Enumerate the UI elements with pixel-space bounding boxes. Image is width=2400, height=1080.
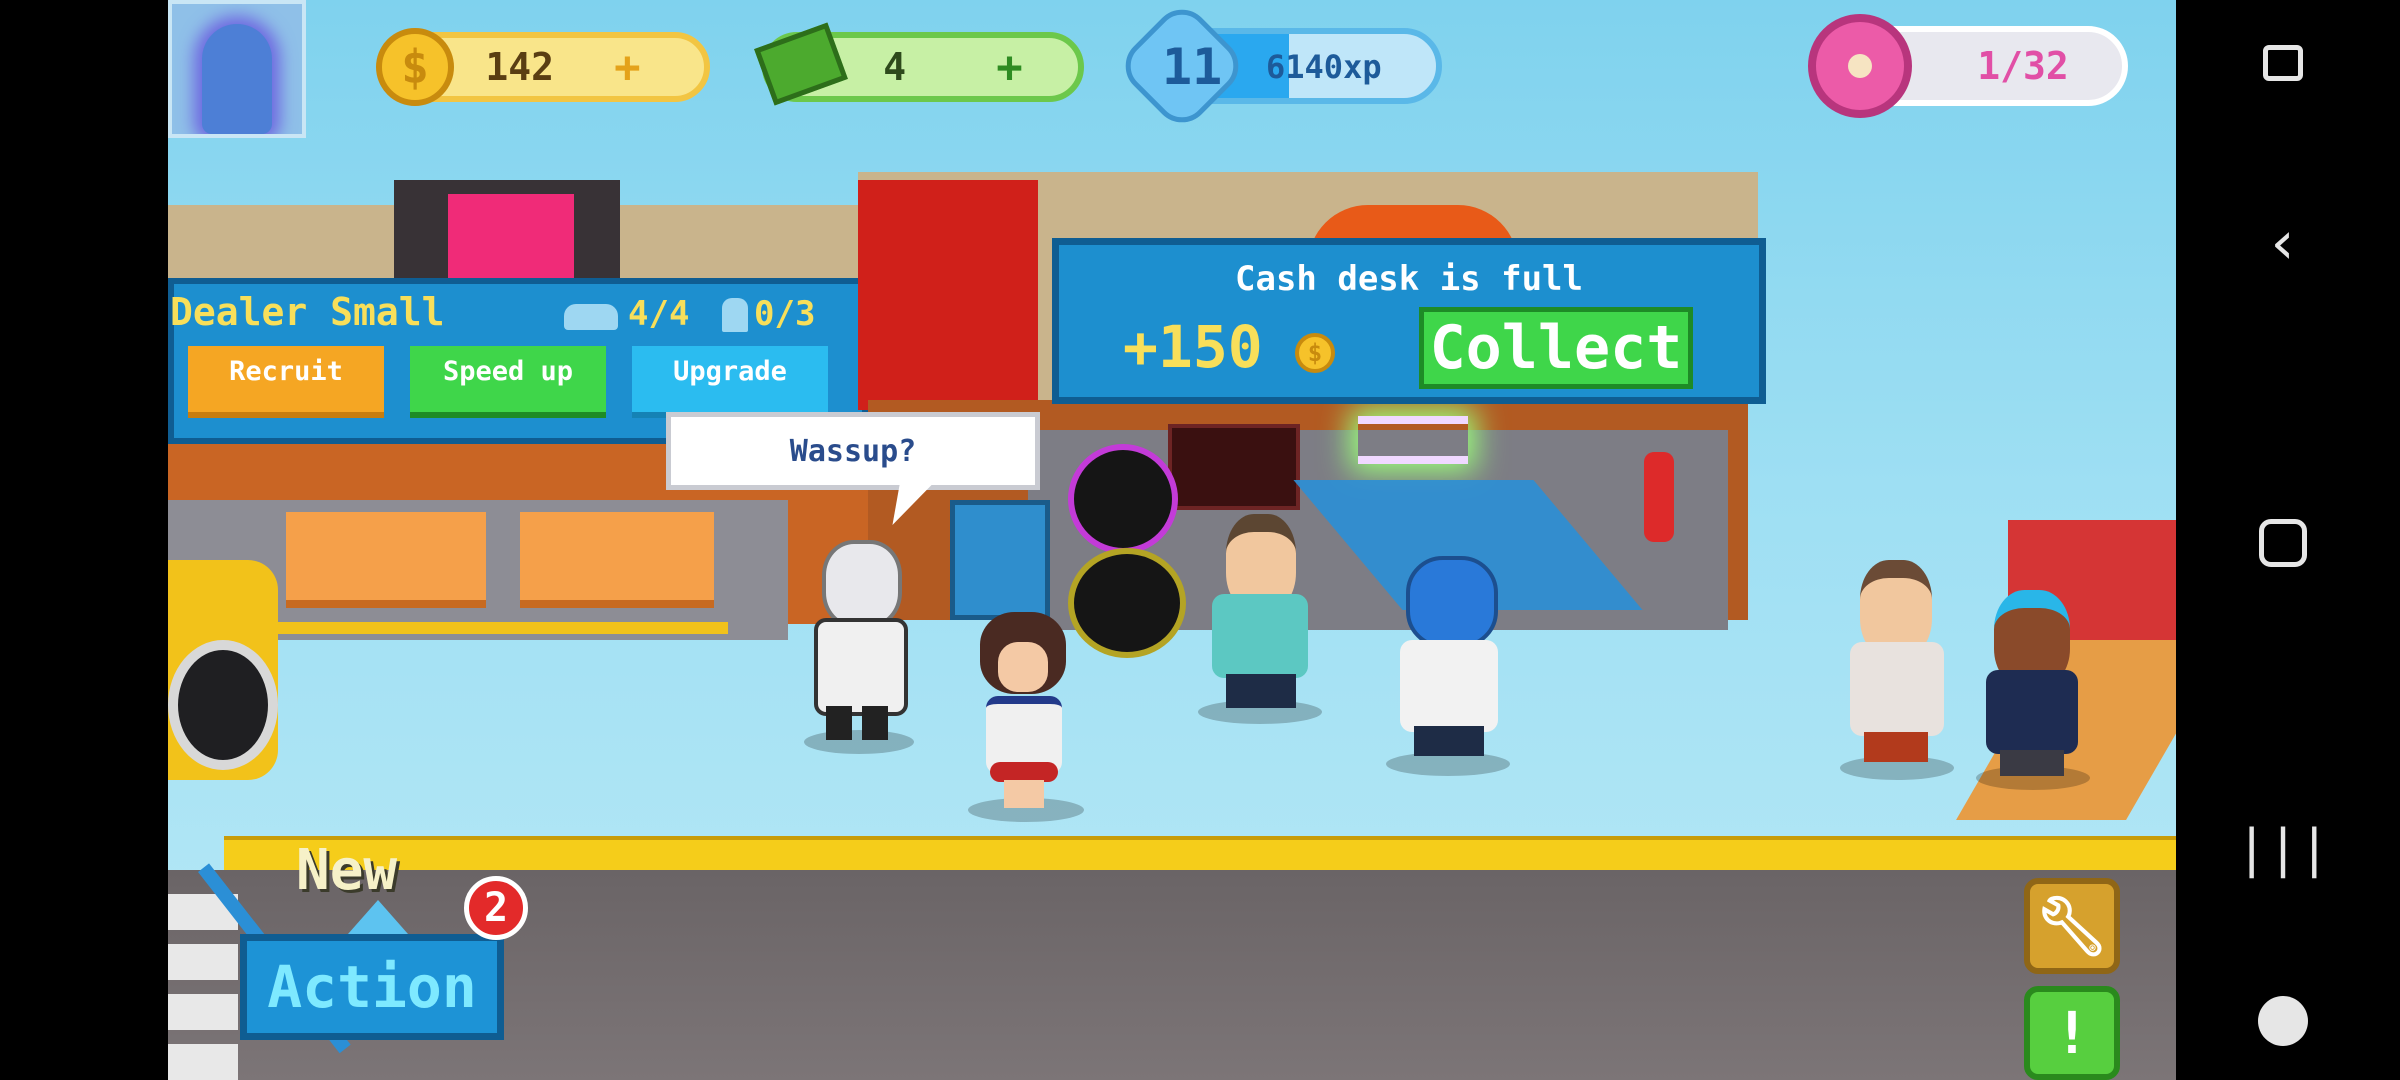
cash-value: 4 <box>883 45 907 89</box>
workshop-window <box>1168 424 1300 510</box>
add-coins-button[interactable]: + <box>614 42 641 93</box>
neon-lights <box>1358 416 1468 464</box>
speed-up-button[interactable]: Speed up <box>410 346 606 418</box>
notification-badge: 2 <box>464 876 528 940</box>
character-gold-chain-guy[interactable] <box>1198 514 1322 724</box>
fire-extinguisher <box>1644 452 1674 542</box>
donut-icon <box>1808 14 1912 118</box>
tire-stack-2 <box>1068 548 1186 658</box>
dealer-yellow-line <box>278 622 728 634</box>
game-viewport[interactable]: 142 + $ 4 + 6140xp 11 1/32 Dealer Small … <box>168 0 2176 1080</box>
desk-left <box>286 512 486 608</box>
alert-button[interactable]: ! <box>2024 986 2120 1080</box>
coin-icon: $ <box>376 28 454 106</box>
wrench-icon: 🔧︎ <box>2035 891 2109 960</box>
car-wheel <box>168 640 278 770</box>
crosswalk-stripe <box>168 944 238 980</box>
crosswalk-stripe <box>168 994 238 1030</box>
cash-desk-amount: +150 <box>1123 313 1263 381</box>
gas-pump <box>950 500 1050 620</box>
xp-value: 6140xp <box>1266 48 1382 86</box>
left-letterbox <box>0 0 168 1080</box>
coin-icon: $ <box>1295 333 1335 373</box>
character-girl[interactable] <box>968 612 1084 822</box>
player-avatar[interactable] <box>168 0 306 138</box>
action-button[interactable]: Action <box>240 934 504 1040</box>
add-cash-button[interactable]: + <box>996 42 1023 93</box>
new-label: New <box>296 838 398 903</box>
collect-button[interactable]: Collect <box>1419 307 1693 389</box>
recruit-button[interactable]: Recruit <box>188 346 384 418</box>
staff-count: 0/3 <box>754 294 816 334</box>
worker-icon <box>722 298 748 332</box>
dealer-title: Dealer Small <box>170 290 445 334</box>
wrench-button[interactable]: 🔧︎ <box>2024 878 2120 974</box>
desk-right <box>520 512 714 608</box>
character-sunglasses-guy[interactable] <box>1840 560 1954 780</box>
workshop-red-awning <box>858 180 1038 410</box>
gamepad-icon[interactable] <box>2248 986 2318 1056</box>
alert-icon: ! <box>2054 999 2090 1067</box>
speech-bubble: Wassup? <box>666 412 1040 490</box>
car-icon <box>564 304 618 330</box>
silhouette-avatar-icon <box>202 24 272 134</box>
dealer-sign-logo <box>448 194 574 284</box>
system-nav-bar: ‹ ||| <box>2176 0 2400 1080</box>
road-curb <box>224 836 2176 874</box>
recents-icon[interactable]: ||| <box>2236 814 2330 884</box>
character-bandana-guy[interactable] <box>1976 590 2090 790</box>
cars-count: 4/4 <box>628 294 690 334</box>
arrow-up-icon <box>348 900 408 934</box>
upgrade-button[interactable]: Upgrade <box>632 346 828 418</box>
cash-desk-panel[interactable]: Cash desk is full +150 $ Collect <box>1052 238 1766 404</box>
level-value: 11 <box>1162 38 1223 96</box>
character-racer[interactable] <box>1386 556 1510 776</box>
tire-stack-1 <box>1068 444 1178 554</box>
crosswalk-stripe <box>168 1044 238 1080</box>
touch-icon[interactable] <box>2248 28 2318 98</box>
donut-value: 1/32 <box>1977 44 2069 88</box>
character-helmet-guy[interactable] <box>804 540 914 760</box>
home-icon[interactable] <box>2248 508 2318 578</box>
coins-value: 142 <box>485 45 555 89</box>
cash-desk-title: Cash desk is full <box>1235 259 1583 299</box>
back-icon[interactable]: ‹ <box>2248 208 2318 278</box>
